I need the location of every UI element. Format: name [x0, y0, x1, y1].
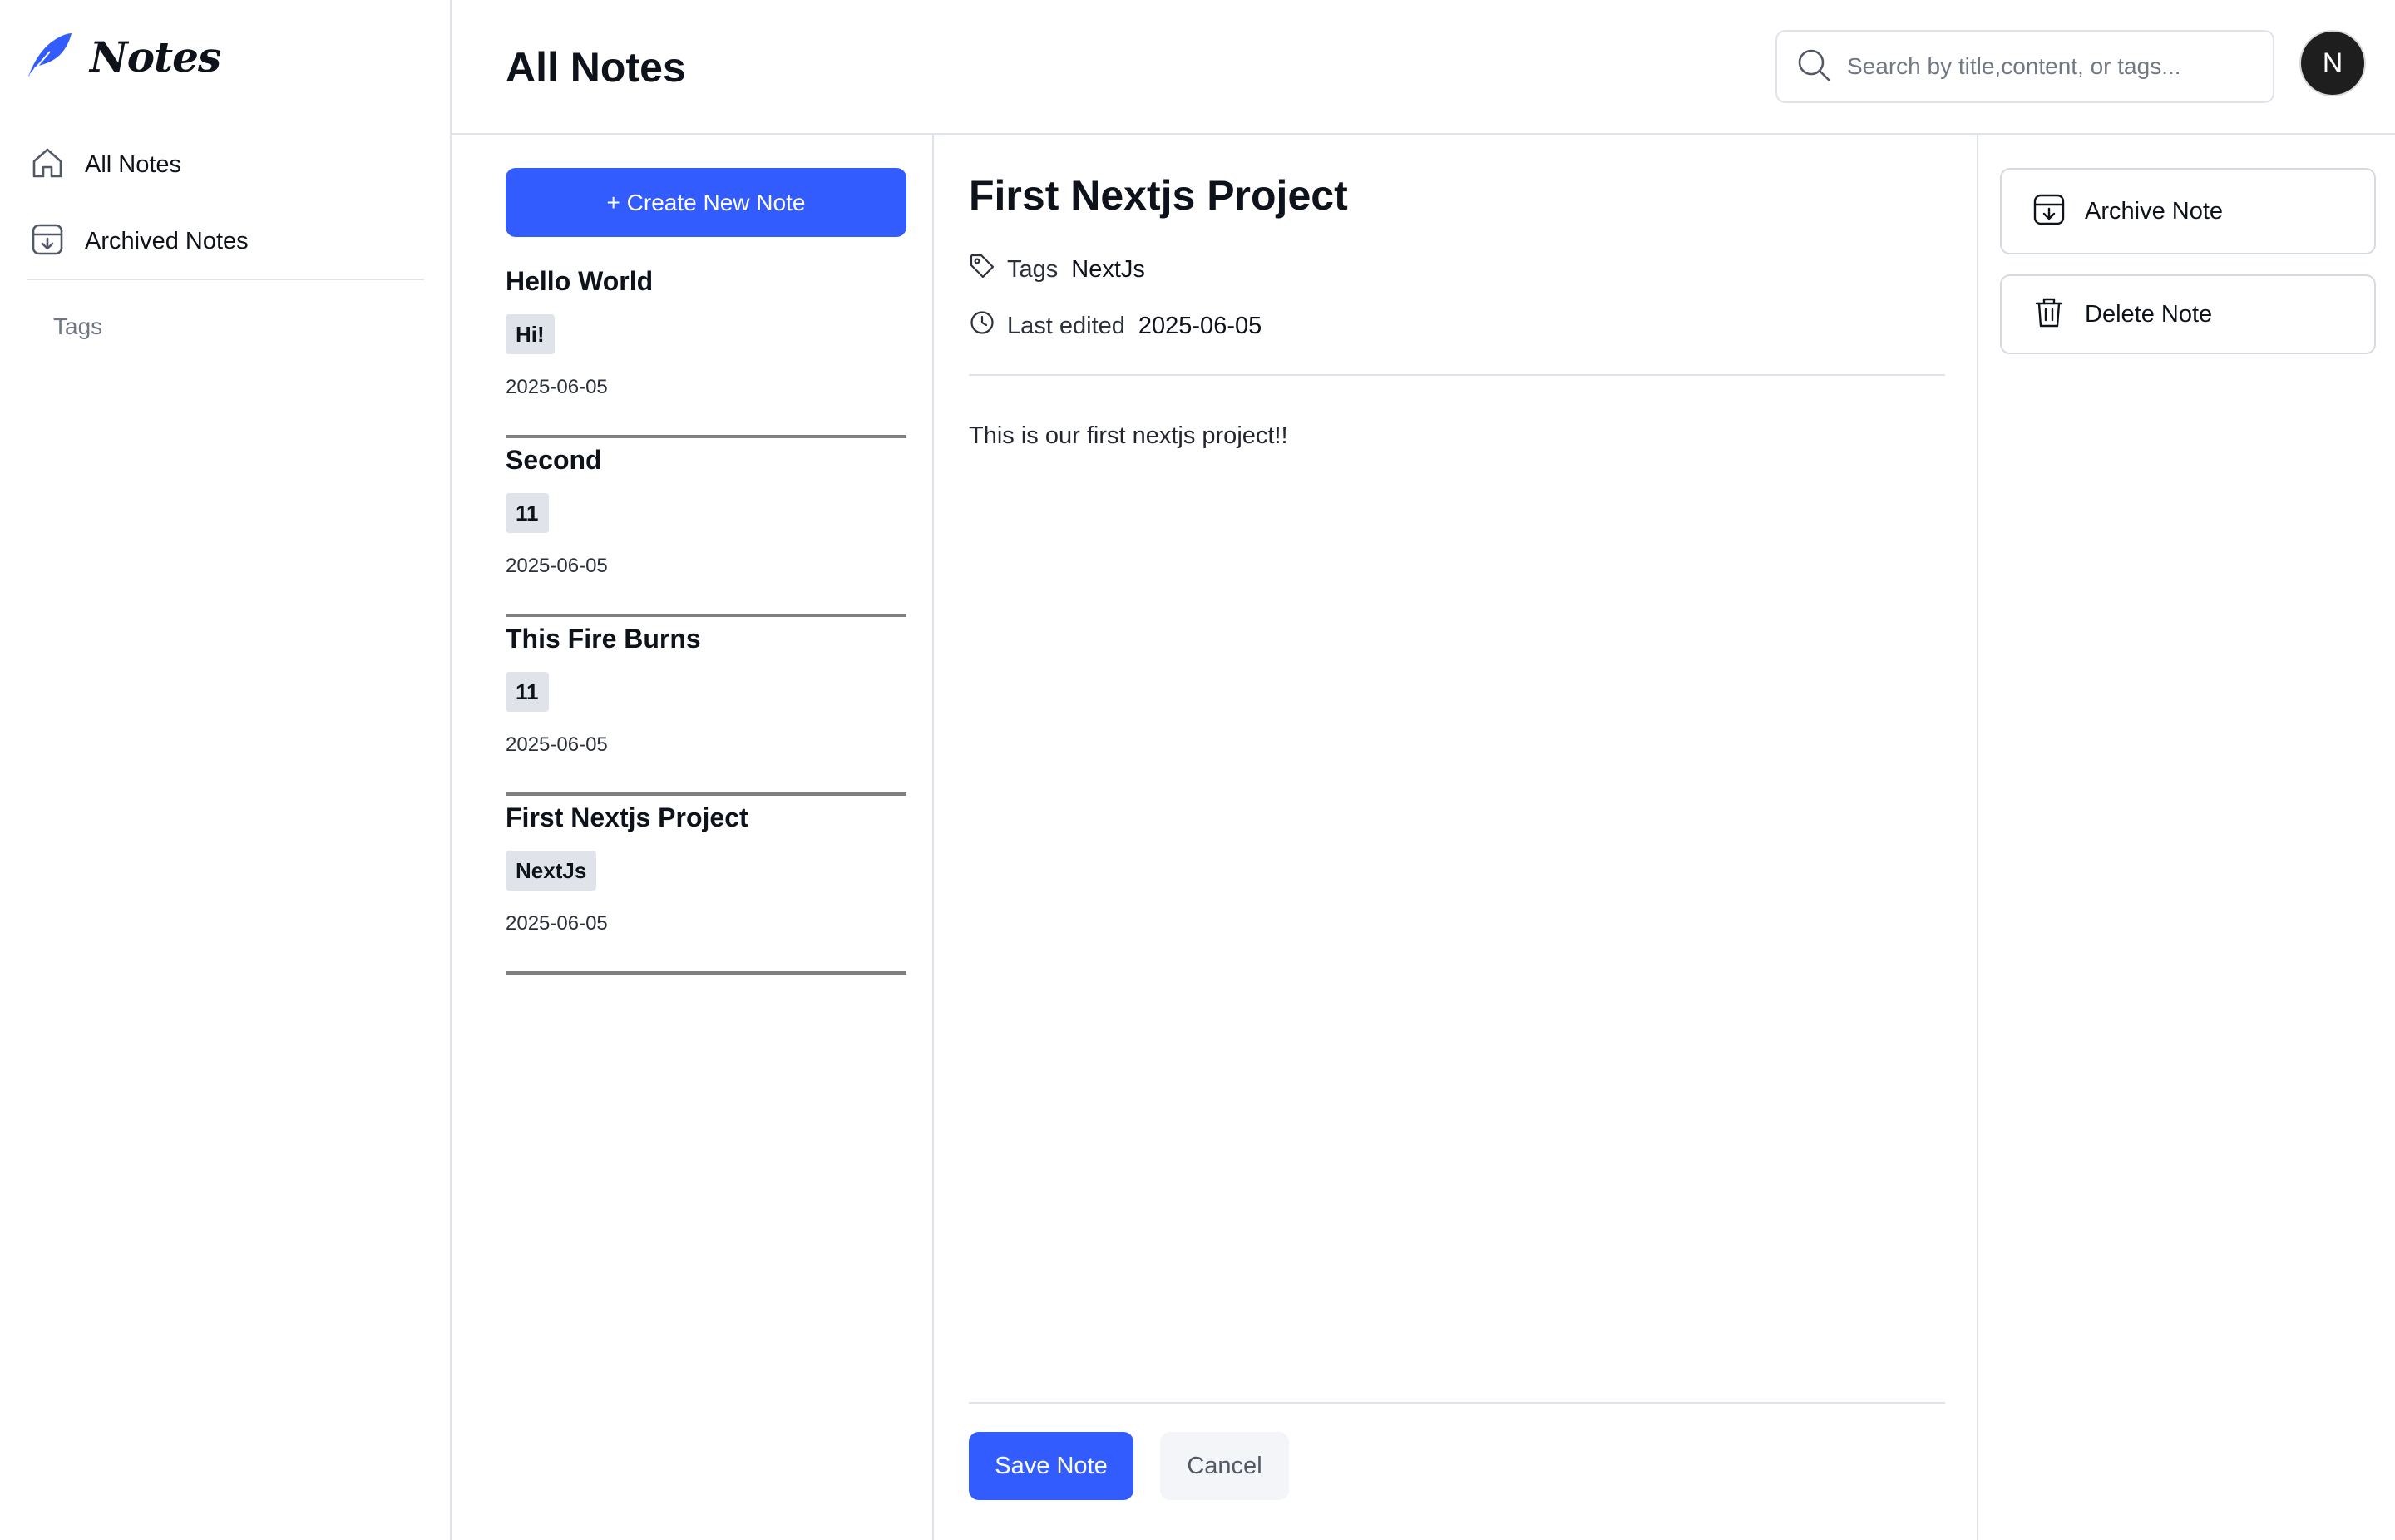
sidebar-item-all-notes[interactable]: All Notes	[27, 126, 424, 203]
list-item[interactable]: Second 11 2025-06-05	[506, 438, 906, 617]
avatar[interactable]: N	[2301, 32, 2364, 95]
archive-icon	[30, 222, 65, 261]
last-edited-value: 2025-06-05	[1138, 312, 1262, 339]
archive-icon	[2032, 192, 2067, 231]
create-new-note-button[interactable]: + Create New Note	[506, 168, 906, 237]
feather-icon	[25, 30, 75, 84]
sidebar-item-archived-notes[interactable]: Archived Notes	[27, 203, 424, 279]
page-title: All Notes	[506, 44, 686, 91]
archive-note-label: Archive Note	[2085, 197, 2224, 225]
note-date: 2025-06-05	[506, 555, 608, 577]
sidebar-item-label: Archived Notes	[85, 227, 249, 254]
sidebar: Notes All Notes Archived Notes Tags	[0, 0, 452, 1540]
note-date: 2025-06-05	[506, 733, 608, 756]
list-item[interactable]: Hello World Hi! 2025-06-05	[506, 259, 906, 438]
note-title: Second	[506, 445, 602, 475]
note-tag: 11	[506, 672, 549, 712]
note-actions-panel: Archive Note Delete Note	[1978, 135, 2395, 1540]
archive-note-button[interactable]: Archive Note	[2000, 168, 2376, 254]
trash-icon	[2032, 295, 2067, 334]
note-detail-title[interactable]: First Nextjs Project	[969, 171, 1348, 220]
note-tags-row: Tags NextJs	[969, 253, 1145, 286]
tag-icon	[969, 253, 995, 286]
search-input[interactable]	[1847, 53, 2246, 80]
note-date: 2025-06-05	[506, 376, 608, 398]
list-item[interactable]: This Fire Burns 11 2025-06-05	[506, 617, 906, 796]
notes-list-panel: + Create New Note Hello World Hi! 2025-0…	[452, 135, 934, 1540]
delete-note-label: Delete Note	[2085, 300, 2213, 328]
note-tag: Hi!	[506, 314, 555, 354]
note-title: First Nextjs Project	[506, 802, 748, 832]
search-icon	[1795, 47, 1832, 87]
list-item[interactable]: First Nextjs Project NextJs 2025-06-05	[506, 796, 906, 975]
sidebar-item-label: All Notes	[85, 151, 182, 178]
header: All Notes N	[452, 0, 2395, 135]
note-date: 2025-06-05	[506, 912, 608, 935]
save-note-button[interactable]: Save Note	[969, 1432, 1133, 1500]
note-list: Hello World Hi! 2025-06-05 Second 11 202…	[506, 259, 906, 975]
app-name: Notes	[90, 32, 221, 81]
tags-value[interactable]: NextJs	[1071, 256, 1145, 284]
note-tag: 11	[506, 493, 549, 533]
last-edited-row: Last edited 2025-06-05	[969, 309, 1262, 343]
note-tag: NextJs	[506, 851, 597, 891]
last-edited-label: Last edited	[1007, 312, 1125, 339]
delete-note-button[interactable]: Delete Note	[2000, 274, 2376, 354]
clock-icon	[969, 309, 995, 343]
sidebar-divider	[27, 279, 424, 280]
notes-app: Notes All Notes Archived Notes Tags All …	[0, 0, 2395, 1540]
detail-footer-divider	[969, 1402, 1945, 1404]
note-detail-panel: First Nextjs Project Tags NextJs Last ed…	[934, 135, 1978, 1540]
search-box[interactable]	[1775, 30, 2274, 103]
sidebar-nav: All Notes Archived Notes	[27, 126, 424, 279]
cancel-button[interactable]: Cancel	[1160, 1432, 1289, 1500]
tags-label: Tags	[1007, 255, 1059, 283]
note-title: This Fire Burns	[506, 624, 701, 654]
home-icon	[30, 146, 65, 185]
detail-divider	[969, 374, 1945, 376]
note-title: Hello World	[506, 266, 654, 296]
tags-heading: Tags	[53, 313, 103, 339]
logo[interactable]: Notes	[25, 30, 221, 84]
note-body[interactable]: This is our first nextjs project!!	[969, 422, 1288, 450]
